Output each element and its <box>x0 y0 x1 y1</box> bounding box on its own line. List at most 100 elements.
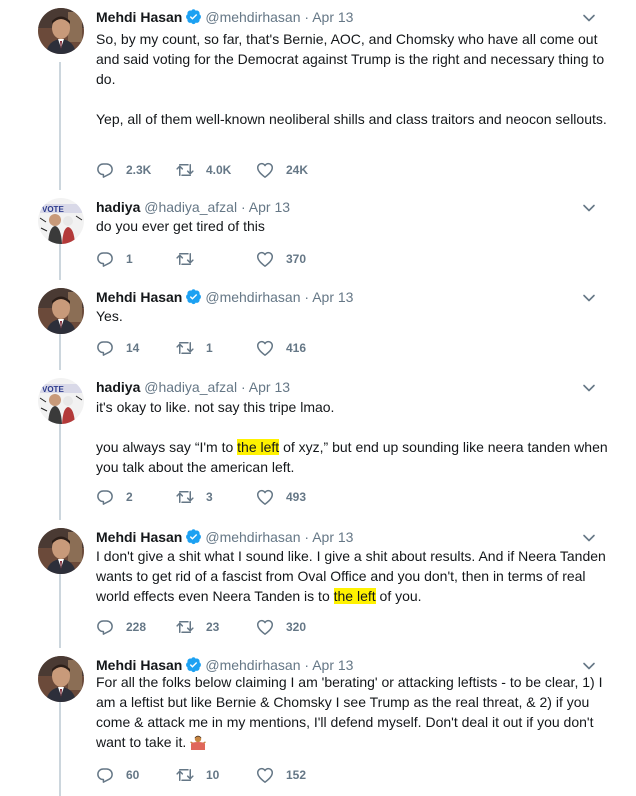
tweet-paragraph: it's okay to like. not say this tripe lm… <box>96 399 335 415</box>
reply-count: 60 <box>126 768 140 782</box>
tweet-paragraph: For all the folks below claiming I am 'b… <box>96 672 616 752</box>
avatar-mehdi[interactable] <box>38 656 84 702</box>
tweet[interactable]: hadiya @hadiya_afzal · Apr 13 do you eve… <box>0 190 636 280</box>
like-count: 416 <box>286 341 307 355</box>
display-name[interactable]: Mehdi Hasan <box>96 529 182 545</box>
heart-icon <box>256 161 274 179</box>
retweet-icon <box>176 250 194 268</box>
retweet-count: 4.0K <box>206 163 232 177</box>
separator: · <box>304 9 310 25</box>
reply-icon <box>96 618 114 636</box>
tweet-paragraph: So, by my count, so far, that's Bernie, … <box>96 31 605 87</box>
display-name[interactable]: Mehdi Hasan <box>96 657 182 673</box>
tweet-paragraph: do you ever get tired of this <box>96 218 265 234</box>
handle[interactable]: @hadiya_afzal <box>144 379 237 395</box>
separator: · <box>304 529 310 545</box>
tweet[interactable]: Mehdi Hasan @mehdirhasan · Apr 13 I don't… <box>0 520 636 648</box>
like-count: 493 <box>286 490 307 504</box>
tweet-text: it's okay to like. not say this tripe lm… <box>96 397 616 477</box>
reply-icon <box>96 161 114 179</box>
display-name[interactable]: hadiya <box>96 379 140 395</box>
search-highlight: the left <box>237 439 280 455</box>
avatar-mehdi[interactable] <box>38 528 84 574</box>
retweet-count: 23 <box>206 620 220 634</box>
tweet-text: do you ever get tired of this <box>96 216 616 236</box>
retweet-icon <box>176 618 194 636</box>
display-name[interactable]: Mehdi Hasan <box>96 9 182 25</box>
tweet[interactable]: Mehdi Hasan @mehdirhasan · Apr 13 So, by … <box>0 0 636 190</box>
tweet-text-segment: you always say “I'm to <box>96 439 238 455</box>
tweet-text: I don't give a shit what I sound like. I… <box>96 546 616 606</box>
tweet[interactable]: hadiya @hadiya_afzal · Apr 13 it's okay … <box>0 370 636 520</box>
tweet[interactable]: Mehdi Hasan @mehdirhasan · Apr 13 Yes. 14… <box>0 280 636 370</box>
tweet-paragraph: Yes. <box>96 308 123 324</box>
timestamp[interactable]: Apr 13 <box>312 657 353 673</box>
reply-count: 14 <box>126 341 140 355</box>
tweet-header: Mehdi Hasan @mehdirhasan · Apr 13 <box>96 528 353 546</box>
like-count: 24K <box>286 163 309 177</box>
chevron-down-icon[interactable] <box>582 530 596 540</box>
tweet-header: hadiya @hadiya_afzal · Apr 13 <box>96 198 290 216</box>
timestamp[interactable]: Apr 13 <box>312 9 353 25</box>
timestamp[interactable]: Apr 13 <box>312 529 353 545</box>
separator: · <box>304 289 310 305</box>
heart-icon <box>256 339 274 357</box>
reply-count: 2.3K <box>126 163 152 177</box>
handle[interactable]: @mehdirhasan <box>205 9 300 25</box>
avatar-hadiya[interactable] <box>38 198 84 244</box>
handle[interactable]: @mehdirhasan <box>205 657 300 673</box>
tweet-header: Mehdi Hasan @mehdirhasan · Apr 13 <box>96 8 353 26</box>
tweet-text-segment: For all the folks below claiming I am 'b… <box>96 674 603 750</box>
display-name[interactable]: hadiya <box>96 199 140 215</box>
tweet[interactable]: Mehdi Hasan @mehdirhasan · Apr 13 For all… <box>0 648 636 796</box>
like-count: 370 <box>286 252 307 266</box>
heart-icon <box>256 488 274 506</box>
chevron-down-icon[interactable] <box>582 658 596 668</box>
separator: · <box>240 199 246 215</box>
chevron-down-icon[interactable] <box>582 380 596 390</box>
tweet-paragraph: I don't give a shit what I sound like. I… <box>96 546 616 606</box>
man-shrugging-emoji <box>190 734 206 750</box>
separator: · <box>240 379 246 395</box>
like-count: 320 <box>286 620 307 634</box>
separator: · <box>304 657 310 673</box>
heart-icon <box>256 766 274 784</box>
retweet-count: 3 <box>206 490 213 504</box>
reply-icon <box>96 250 114 268</box>
tweet-header: Mehdi Hasan @mehdirhasan · Apr 13 <box>96 288 353 306</box>
reply-count: 2 <box>126 490 133 504</box>
handle[interactable]: @mehdirhasan <box>205 289 300 305</box>
chevron-down-icon[interactable] <box>582 290 596 300</box>
avatar-mehdi[interactable] <box>38 8 84 54</box>
tweet-paragraph: Yep, all of them well-known neoliberal s… <box>96 111 607 127</box>
tweet-text-segment: of you. <box>375 588 422 604</box>
retweet-count: 1 <box>206 341 213 355</box>
heart-icon <box>256 618 274 636</box>
tweet-paragraph: you always say “I'm to the left of xyz,”… <box>96 437 616 477</box>
timestamp[interactable]: Apr 13 <box>249 199 290 215</box>
retweet-count: 10 <box>206 768 220 782</box>
like-count: 152 <box>286 768 307 782</box>
display-name[interactable]: Mehdi Hasan <box>96 289 182 305</box>
chevron-down-icon[interactable] <box>582 10 596 20</box>
chevron-down-icon[interactable] <box>582 200 596 210</box>
timestamp[interactable]: Apr 13 <box>312 289 353 305</box>
retweet-icon <box>176 161 194 179</box>
reply-icon <box>96 339 114 357</box>
avatar-hadiya[interactable] <box>38 378 84 424</box>
reply-count: 228 <box>126 620 147 634</box>
handle[interactable]: @hadiya_afzal <box>144 199 237 215</box>
tweet-header: hadiya @hadiya_afzal · Apr 13 <box>96 378 290 396</box>
tweet-text: For all the folks below claiming I am 'b… <box>96 672 616 752</box>
reply-icon <box>96 766 114 784</box>
handle[interactable]: @mehdirhasan <box>205 529 300 545</box>
reply-icon <box>96 488 114 506</box>
avatar-mehdi[interactable] <box>38 288 84 334</box>
retweet-icon <box>176 766 194 784</box>
tweet-text: Yes. <box>96 306 616 326</box>
reply-count: 1 <box>126 252 133 266</box>
retweet-icon <box>176 488 194 506</box>
tweet-text: So, by my count, so far, that's Bernie, … <box>96 29 616 129</box>
timestamp[interactable]: Apr 13 <box>249 379 290 395</box>
verified-badge-icon <box>185 8 202 29</box>
